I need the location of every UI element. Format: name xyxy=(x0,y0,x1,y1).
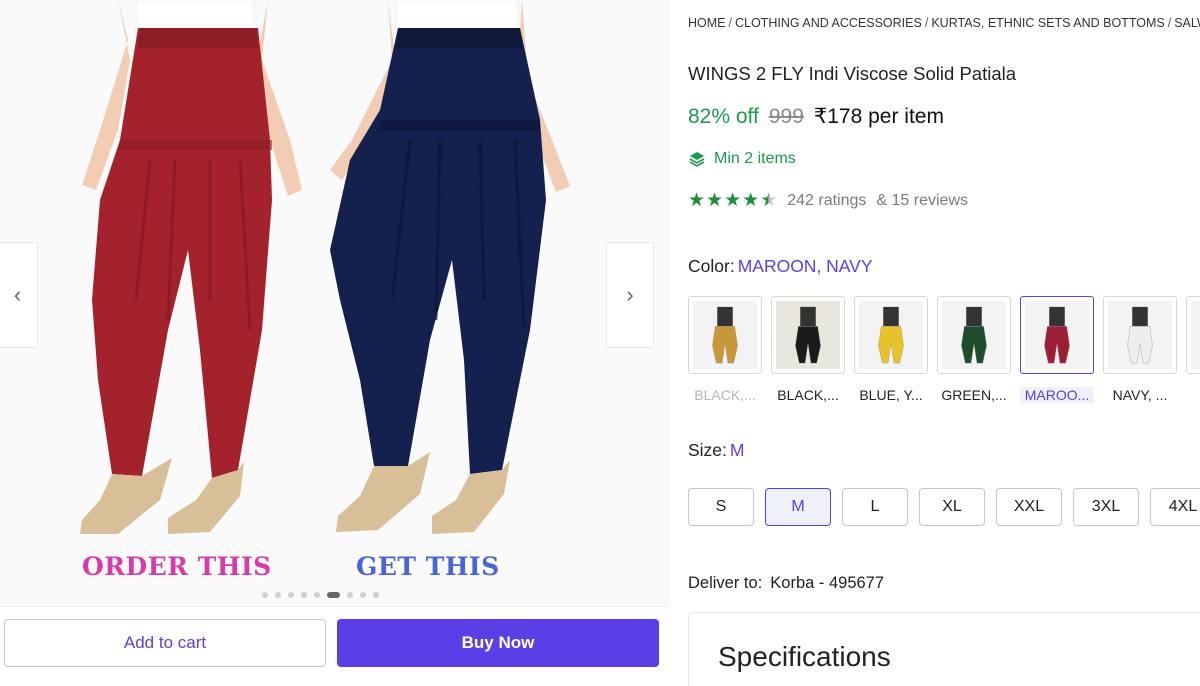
color-swatch-thumbnail xyxy=(688,296,762,374)
product-photo xyxy=(0,0,670,606)
swatch-photo xyxy=(859,301,923,369)
size-value: M xyxy=(729,440,745,460)
star-icon: ★ xyxy=(706,190,724,211)
size-option-s[interactable]: S xyxy=(688,488,754,526)
color-swatch-label: NAVY, ... xyxy=(1112,387,1168,403)
color-swatch-thumbnail xyxy=(771,296,845,374)
deliver-label: Deliver to: xyxy=(688,574,763,592)
color-swatch[interactable]: MAROO... xyxy=(1020,296,1094,403)
color-swatch-label: BLACK,... xyxy=(777,387,839,403)
original-price: 999 xyxy=(768,105,804,128)
specifications-title: Specifications xyxy=(718,641,891,672)
carousel-dot[interactable] xyxy=(288,592,294,598)
product-details: HOME / CLOTHING AND ACCESSORIES / KURTAS, ET… xyxy=(688,0,1200,686)
product-image[interactable]: ORDER THIS GET THIS xyxy=(0,0,670,606)
carousel-dot[interactable] xyxy=(360,592,366,598)
color-swatch[interactable]: GREEN,... xyxy=(937,296,1011,403)
breadcrumb-kurtas[interactable]: KURTAS, ETHNIC SETS AND BOTTOMS xyxy=(931,16,1164,30)
swatch-photo xyxy=(1108,301,1172,369)
buy-now-button[interactable]: Buy Now xyxy=(337,619,659,667)
ratings-count: 242 ratings xyxy=(787,191,867,209)
size-options: S M L XL XXL 3XL 4XL xyxy=(688,488,1200,526)
size-label: Size: xyxy=(688,440,727,460)
color-swatch[interactable]: PA xyxy=(1186,296,1200,403)
delivery-info[interactable]: Deliver to: Korba - 495677 xyxy=(688,574,884,593)
star-icon: ★ xyxy=(688,190,706,211)
size-selection-label: Size: M xyxy=(688,440,744,461)
add-to-cart-button[interactable]: Add to cart xyxy=(4,619,326,667)
price-row: 82% off 999 ₹178 per item xyxy=(688,104,944,129)
swatch-photo xyxy=(1025,301,1089,369)
color-selection-label: Color: MAROON, NAVY xyxy=(688,256,873,277)
next-image-button[interactable]: › xyxy=(606,242,654,348)
size-option-xl[interactable]: XL xyxy=(919,488,985,526)
breadcrumb: HOME / CLOTHING AND ACCESSORIES / KURTAS, ET… xyxy=(688,16,1200,30)
star-icon: ★ xyxy=(760,190,778,211)
color-swatch-thumbnail xyxy=(854,296,928,374)
color-swatch-thumbnail xyxy=(1020,296,1094,374)
rating-row[interactable]: ★ ★ ★ ★ ★ 242 ratings & 15 reviews xyxy=(688,191,968,210)
color-swatch-label: BLUE, Y... xyxy=(859,387,923,403)
layers-icon xyxy=(689,152,705,167)
color-swatch[interactable]: BLUE, Y... xyxy=(854,296,928,403)
color-swatches: BLACK,... BLACK,... BLUE, Y... GREEN,... MAR… xyxy=(688,296,1200,403)
breadcrumb-salwars[interactable]: SALWARS xyxy=(1174,16,1200,30)
specifications-section[interactable]: Specifications xyxy=(688,612,1200,686)
color-swatch-label: BLACK,... xyxy=(694,387,756,403)
size-option-m[interactable]: M xyxy=(765,488,831,526)
star-icon: ★ xyxy=(724,190,742,211)
carousel-dots xyxy=(262,592,379,598)
size-option-l[interactable]: L xyxy=(842,488,908,526)
prev-image-button[interactable]: ‹ xyxy=(0,242,38,348)
color-swatch-label: GREEN,... xyxy=(941,387,1007,403)
carousel-dot[interactable] xyxy=(314,592,320,598)
carousel-dot[interactable] xyxy=(301,592,307,598)
carousel-dot[interactable] xyxy=(327,592,340,598)
color-swatch-thumbnail xyxy=(1103,296,1177,374)
chevron-left-icon: ‹ xyxy=(13,282,22,307)
product-title: WINGS 2 FLY Indi Viscose Solid Patiala xyxy=(688,63,1017,84)
min-items-info: Min 2 items xyxy=(688,150,796,168)
carousel-dot[interactable] xyxy=(262,592,268,598)
color-swatch[interactable]: BLACK,... xyxy=(771,296,845,403)
delivery-location: Korba - 495677 xyxy=(770,574,885,592)
breadcrumb-clothing[interactable]: CLOTHING AND ACCESSORIES xyxy=(735,16,922,30)
color-label: Color: xyxy=(688,256,735,276)
min-items-text: Min 2 items xyxy=(714,150,796,167)
swatch-photo xyxy=(942,301,1006,369)
color-swatch-thumbnail xyxy=(1186,296,1200,374)
swatch-photo xyxy=(1191,301,1200,369)
swatch-photo xyxy=(776,301,840,369)
reviews-count: & 15 reviews xyxy=(876,191,968,209)
color-swatch-label: PA xyxy=(1186,387,1200,403)
swatch-photo xyxy=(693,301,757,369)
promo-text-right: GET THIS xyxy=(356,552,500,581)
size-option-3xl[interactable]: 3XL xyxy=(1073,488,1139,526)
color-swatch-thumbnail xyxy=(937,296,1011,374)
size-option-xxl[interactable]: XXL xyxy=(996,488,1062,526)
carousel-dot[interactable] xyxy=(275,592,281,598)
color-value: MAROON, NAVY xyxy=(737,256,873,276)
breadcrumb-home[interactable]: HOME xyxy=(688,16,726,30)
selling-price: ₹178 per item xyxy=(813,105,944,128)
color-swatch[interactable]: BLACK,... xyxy=(688,296,762,403)
product-gallery: ORDER THIS GET THIS ‹ › Add to cart Buy … xyxy=(0,0,670,686)
promo-text-left: ORDER THIS xyxy=(82,552,272,581)
carousel-dot[interactable] xyxy=(347,592,353,598)
color-swatch[interactable]: NAVY, ... xyxy=(1103,296,1177,403)
color-swatch-label: MAROO... xyxy=(1020,387,1094,403)
star-icon: ★ xyxy=(742,190,760,211)
chevron-right-icon: › xyxy=(626,282,634,307)
size-option-4xl[interactable]: 4XL xyxy=(1150,488,1200,526)
star-rating: ★ ★ ★ ★ ★ xyxy=(688,191,777,210)
action-bar: Add to cart Buy Now xyxy=(0,606,670,686)
discount-percent: 82% off xyxy=(688,105,759,128)
carousel-dot[interactable] xyxy=(373,592,379,598)
